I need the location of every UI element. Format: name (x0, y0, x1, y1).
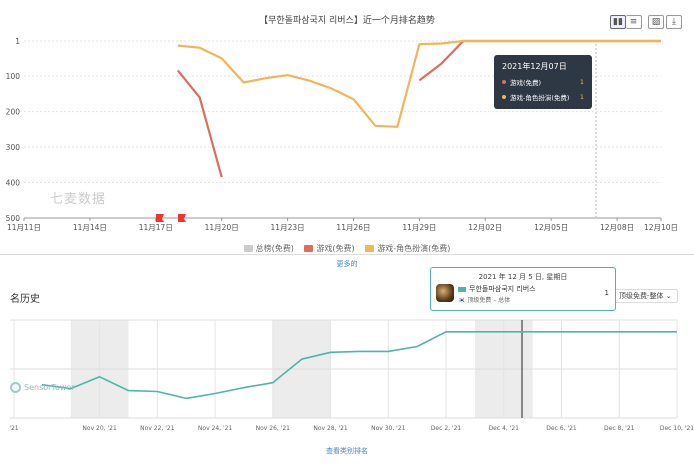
tooltip-series-name: 游戏(免费) (510, 79, 542, 87)
legend-item[interactable]: 游戏-角色扮演(免费) (365, 243, 450, 254)
tooltip-row: 游戏(免费) 1 (502, 77, 584, 87)
series-line (176, 69, 223, 178)
sensortower-logo-icon (10, 382, 21, 393)
tooltip-category: 🇰🇷 顶级免费 – 总体 (458, 295, 510, 304)
section-title: 名历史 (10, 294, 40, 305)
legend-item[interactable]: 游戏(免费) (304, 243, 355, 254)
x-tick-label: Dec 2, '21 (431, 425, 462, 432)
legend-label: 总榜(免费) (255, 244, 294, 253)
x-tick-label: 11月29日 (402, 223, 436, 232)
tooltip-series-name: 游戏-角色扮演(免费) (510, 94, 570, 102)
x-tick-label: 11月20日 (205, 223, 239, 232)
tooltip-value: 1 (579, 78, 584, 86)
x-tick-label: 11月11日 (7, 223, 41, 232)
tooltip-date: 2021年12月07日 (502, 62, 567, 71)
watermark: 七麦数据 (50, 192, 107, 207)
x-tick-label: 12月05日 (534, 223, 568, 232)
tooltip-app-name: 무한돌파삼국지 리버스 (458, 284, 536, 294)
bottom-chart: '21 Nov 20, '21 Nov 22, '21 Nov 24, '21 Nov … (9, 319, 694, 432)
tooltip-value: 1 (604, 289, 609, 297)
x-tick-label: Dec 4, '21 (489, 425, 520, 432)
x-tick-label: Dec 6, '21 (546, 425, 577, 432)
y-tick-label: 100 (6, 72, 21, 81)
y-tick-label: 400 (6, 179, 21, 188)
x-tick-label: 12月02日 (468, 223, 502, 232)
logo-text: SensorTower (24, 383, 75, 392)
tooltip: 2021年12月07日 游戏(免费) 1 游戏-角色扮演(免费) 1 (494, 55, 592, 109)
category-select[interactable]: 顶级免费-整体 ⌄ (614, 289, 678, 303)
y-tick-label: 500 (6, 214, 21, 223)
legend-label: 游戏(免费) (316, 244, 355, 253)
x-tick-label: Nov 20, '21 (82, 425, 117, 432)
divider (0, 254, 694, 255)
series-dot (502, 80, 506, 84)
x-tick-label: 11月17日 (139, 223, 173, 232)
legend-label: 游戏-角色扮演(免费) (377, 244, 451, 253)
x-tick-label: Nov 26, '21 (256, 425, 291, 432)
tooltip: 2021 年 12 月 5 日, 星期日 무한돌파삼국지 리버스 🇰🇷 顶级免费… (430, 267, 616, 311)
flag-kr-icon: 🇰🇷 (458, 297, 466, 304)
y-tick-label: 1 (15, 37, 20, 46)
y-tick-label: 300 (6, 143, 21, 152)
tooltip-value: 1 (579, 93, 584, 101)
x-tick-label: 12月08日 (600, 223, 634, 232)
more-link[interactable]: 查看类别排名 (0, 446, 694, 456)
chevron-down-icon: ⌄ (665, 292, 672, 300)
tooltip-date: 2021 年 12 月 5 日, 星期日 (478, 273, 568, 281)
select-value: 顶级免费-整体 (619, 292, 664, 300)
x-tick-label: '21 (9, 425, 18, 432)
x-tick-label: Nov 28, '21 (313, 425, 348, 432)
x-tick-label: Nov 22, '21 (140, 425, 175, 432)
x-tick-label: 11月14日 (73, 223, 107, 232)
legend: 总榜(免费) 游戏(免费) 游戏-角色扮演(免费) (0, 243, 694, 254)
y-tick-label: 200 (6, 108, 21, 117)
app-icon (436, 284, 454, 302)
series-swatch (458, 286, 466, 292)
sensortower-logo: SensorTower (10, 382, 75, 393)
series-line (41, 330, 677, 400)
x-tick-label: Nov 24, '21 (198, 425, 233, 432)
tooltip-row: 游戏-角色扮演(免费) 1 (502, 92, 584, 102)
x-tick-label: 11月26日 (336, 223, 370, 232)
x-tick-label: 12月10日 (644, 223, 678, 232)
x-tick-label: 11月23日 (271, 223, 305, 232)
category-label: 顶级免费 – 总体 (467, 297, 511, 304)
app-name: 무한돌파삼국지 리버스 (469, 285, 536, 293)
x-tick-label: Dec 10, '21 (660, 425, 694, 432)
x-tick-label: Dec 8, '21 (604, 425, 635, 432)
series-dot (502, 95, 506, 99)
x-tick-label: Nov 30, '21 (371, 425, 406, 432)
legend-item[interactable]: 总榜(免费) (243, 243, 294, 254)
